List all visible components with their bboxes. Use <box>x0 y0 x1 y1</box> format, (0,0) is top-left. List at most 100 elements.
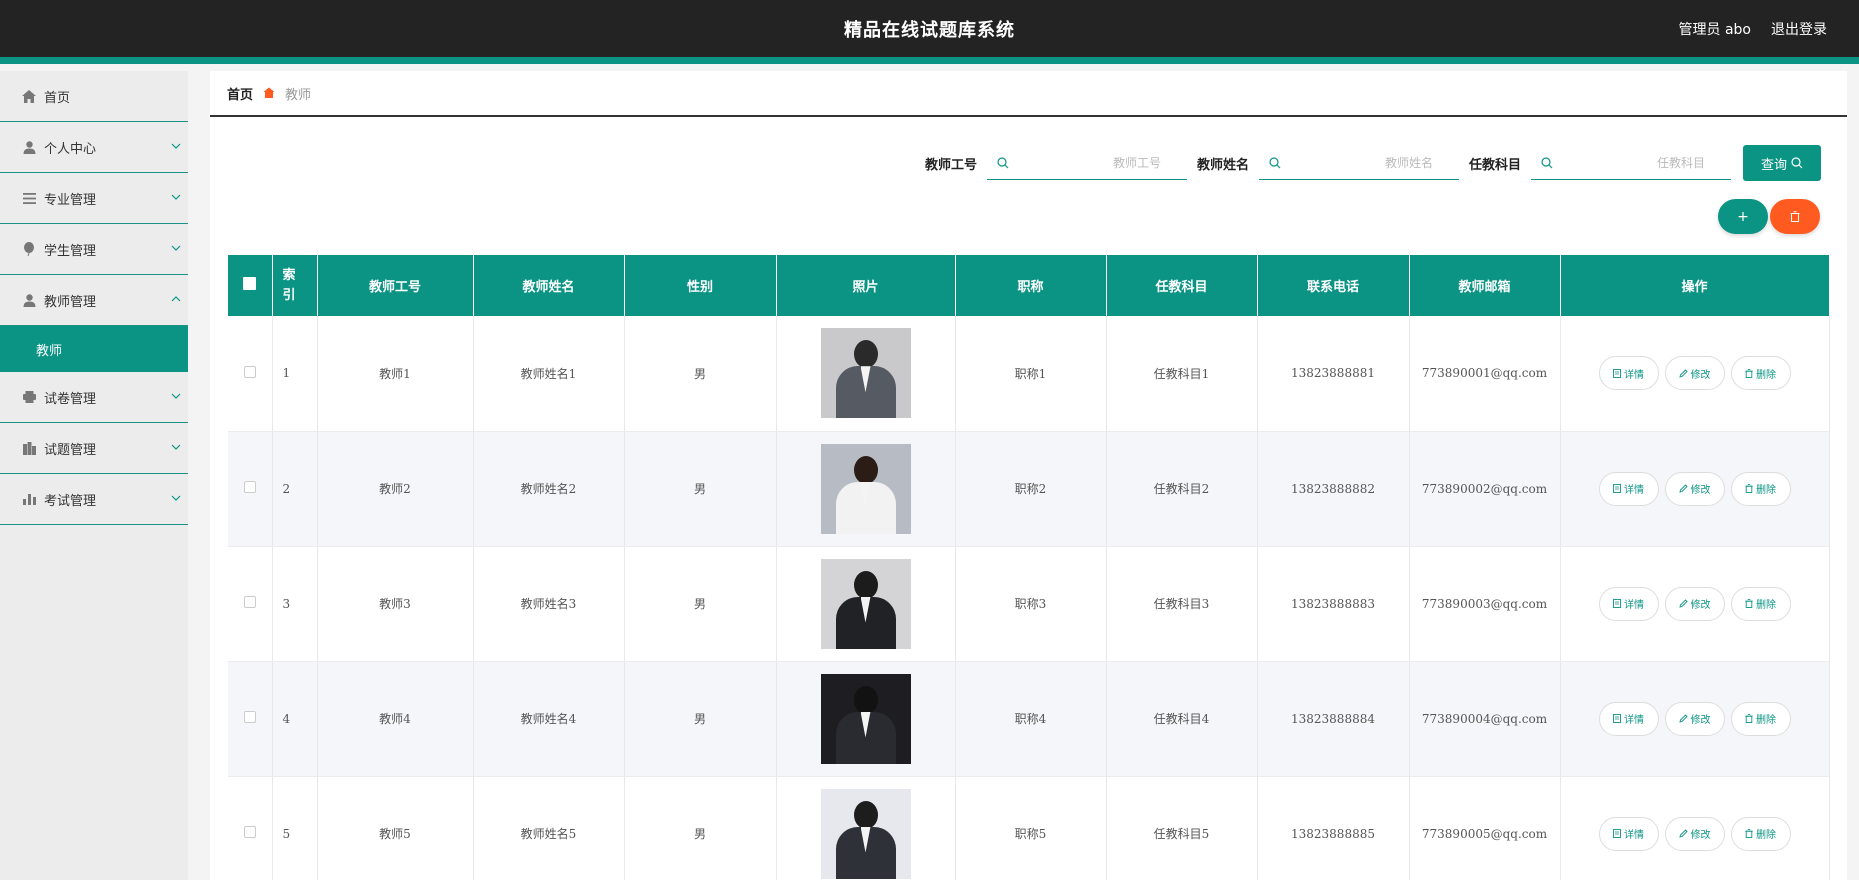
teacher-photo <box>820 558 911 649</box>
cell-title: 职称3 <box>955 546 1107 662</box>
row-select-cell <box>228 776 273 880</box>
teacher-photo <box>820 788 911 879</box>
search-label-name: 教师姓名 <box>1196 157 1249 173</box>
cell-teacher-id: 教师5 <box>317 776 474 880</box>
sidebar-item-students[interactable]: 学生管理 <box>0 224 188 275</box>
chevron-down-icon <box>171 393 181 399</box>
cell-phone: 13823888884 <box>1257 661 1410 777</box>
cell-ops: 详情 修改 删除 <box>1560 546 1830 662</box>
header-email: 教师邮箱 <box>1409 255 1561 316</box>
cell-teacher-id: 教师4 <box>317 661 474 777</box>
sidebar-item-papers[interactable]: 试卷管理 <box>0 372 188 423</box>
document-icon <box>1613 484 1621 493</box>
home-icon <box>22 89 36 103</box>
sidebar-item-label: 试卷管理 <box>44 391 97 407</box>
edit-button[interactable]: 修改 <box>1664 471 1725 506</box>
top-bar: 精品在线试题库系统 管理员 abo 退出登录 <box>0 0 1859 64</box>
row-checkbox[interactable] <box>243 596 256 608</box>
row-checkbox[interactable] <box>243 365 256 378</box>
delete-button[interactable]: 删除 <box>1730 701 1791 736</box>
sidebar-item-label: 个人中心 <box>44 141 97 157</box>
cell-ops: 详情 修改 删除 <box>1560 316 1830 432</box>
sidebar-subitem-teacher[interactable]: 教师 <box>0 326 188 372</box>
home-separator-icon <box>263 87 275 98</box>
chevron-down-icon <box>171 245 181 251</box>
cell-index: 3 <box>272 546 318 662</box>
sidebar-item-exams[interactable]: 考试管理 <box>0 474 188 525</box>
delete-button[interactable]: 删除 <box>1730 471 1791 506</box>
search-bar: 教师工号 教师姓名 任教科目 查询 <box>925 145 1821 181</box>
op-label: 修改 <box>1690 600 1711 611</box>
teacher-photo <box>820 328 911 419</box>
trash-icon <box>1745 829 1753 838</box>
search-icon <box>1791 157 1803 169</box>
cell-teacher-name: 教师姓名5 <box>473 776 625 880</box>
header-select-all[interactable] <box>228 255 273 316</box>
cell-photo <box>776 776 956 880</box>
table-row: 1 教师1 教师姓名1 男 职称1 任教科目1 13823888881 773890001@q… <box>228 316 1830 432</box>
edit-button[interactable]: 修改 <box>1664 586 1725 621</box>
breadcrumb-home[interactable]: 首页 <box>227 84 253 103</box>
header-photo: 照片 <box>776 255 956 316</box>
delete-button[interactable]: 删除 <box>1730 816 1791 851</box>
edit-button[interactable]: 修改 <box>1664 701 1725 736</box>
header-index: 索引 <box>272 255 318 316</box>
sidebar-item-home[interactable]: 首页 <box>0 71 188 122</box>
query-button-label: 查询 <box>1760 157 1787 173</box>
sidebar-item-major[interactable]: 专业管理 <box>0 173 188 224</box>
select-all-checkbox[interactable] <box>243 277 257 290</box>
chevron-down-icon <box>171 495 181 501</box>
detail-button[interactable]: 详情 <box>1598 471 1659 506</box>
building-icon <box>22 441 36 455</box>
cell-index: 5 <box>272 776 318 880</box>
cell-title: 职称2 <box>955 431 1107 547</box>
row-select-cell <box>228 661 273 777</box>
edit-button[interactable]: 修改 <box>1664 816 1725 851</box>
op-label: 修改 <box>1690 715 1711 726</box>
detail-button[interactable]: 详情 <box>1598 356 1659 391</box>
search-icon <box>1541 156 1553 168</box>
cell-phone: 13823888882 <box>1257 431 1410 547</box>
delete-button[interactable]: 删除 <box>1730 586 1791 621</box>
detail-button[interactable]: 详情 <box>1598 816 1659 851</box>
row-checkbox[interactable] <box>243 826 256 838</box>
edit-button[interactable]: 修改 <box>1664 356 1725 391</box>
batch-delete-button[interactable] <box>1770 199 1820 234</box>
add-button[interactable]: + <box>1718 199 1768 234</box>
cell-email: 773890002@qq.com <box>1409 431 1561 547</box>
breadcrumb: 首页 教师 <box>210 71 1847 117</box>
op-label: 删除 <box>1756 600 1776 611</box>
search-label-subject: 任教科目 <box>1468 157 1521 173</box>
teacher-photo <box>820 673 911 764</box>
cell-teacher-name: 教师姓名2 <box>473 431 625 547</box>
chevron-up-icon <box>171 296 181 302</box>
trash-icon <box>1745 599 1753 608</box>
query-button[interactable]: 查询 <box>1743 145 1821 181</box>
sidebar-item-label: 教师管理 <box>44 294 97 310</box>
edit-icon <box>1678 369 1688 378</box>
header-subject: 任教科目 <box>1106 255 1258 316</box>
op-label: 详情 <box>1624 485 1644 496</box>
sidebar-item-teachers[interactable]: 教师管理 <box>0 275 188 326</box>
sidebar: 首页 个人中心 专业管理 学生管理 教师管理 教师 试卷管理 试题管理 考试管理 <box>0 71 188 880</box>
header-phone: 联系电话 <box>1257 255 1410 316</box>
edit-icon <box>1678 484 1688 493</box>
trash-icon <box>1745 484 1753 493</box>
row-checkbox[interactable] <box>243 481 256 493</box>
detail-button[interactable]: 详情 <box>1598 586 1659 621</box>
cell-teacher-name: 教师姓名1 <box>473 316 625 432</box>
detail-button[interactable]: 详情 <box>1598 701 1659 736</box>
row-checkbox[interactable] <box>243 711 256 723</box>
cell-subject: 任教科目1 <box>1106 316 1258 432</box>
teacher-id-input[interactable] <box>1008 155 1187 170</box>
sidebar-item-questions[interactable]: 试题管理 <box>0 423 188 474</box>
subject-input[interactable] <box>1553 155 1731 170</box>
chevron-down-icon <box>171 444 181 450</box>
search-label-id: 教师工号 <box>924 157 977 173</box>
list-icon <box>22 191 36 205</box>
teacher-name-input[interactable] <box>1280 155 1459 170</box>
delete-button[interactable]: 删除 <box>1730 356 1791 391</box>
sidebar-item-profile[interactable]: 个人中心 <box>0 122 188 173</box>
logout-link[interactable]: 退出登录 <box>1771 19 1827 39</box>
trash-icon <box>1790 211 1800 222</box>
